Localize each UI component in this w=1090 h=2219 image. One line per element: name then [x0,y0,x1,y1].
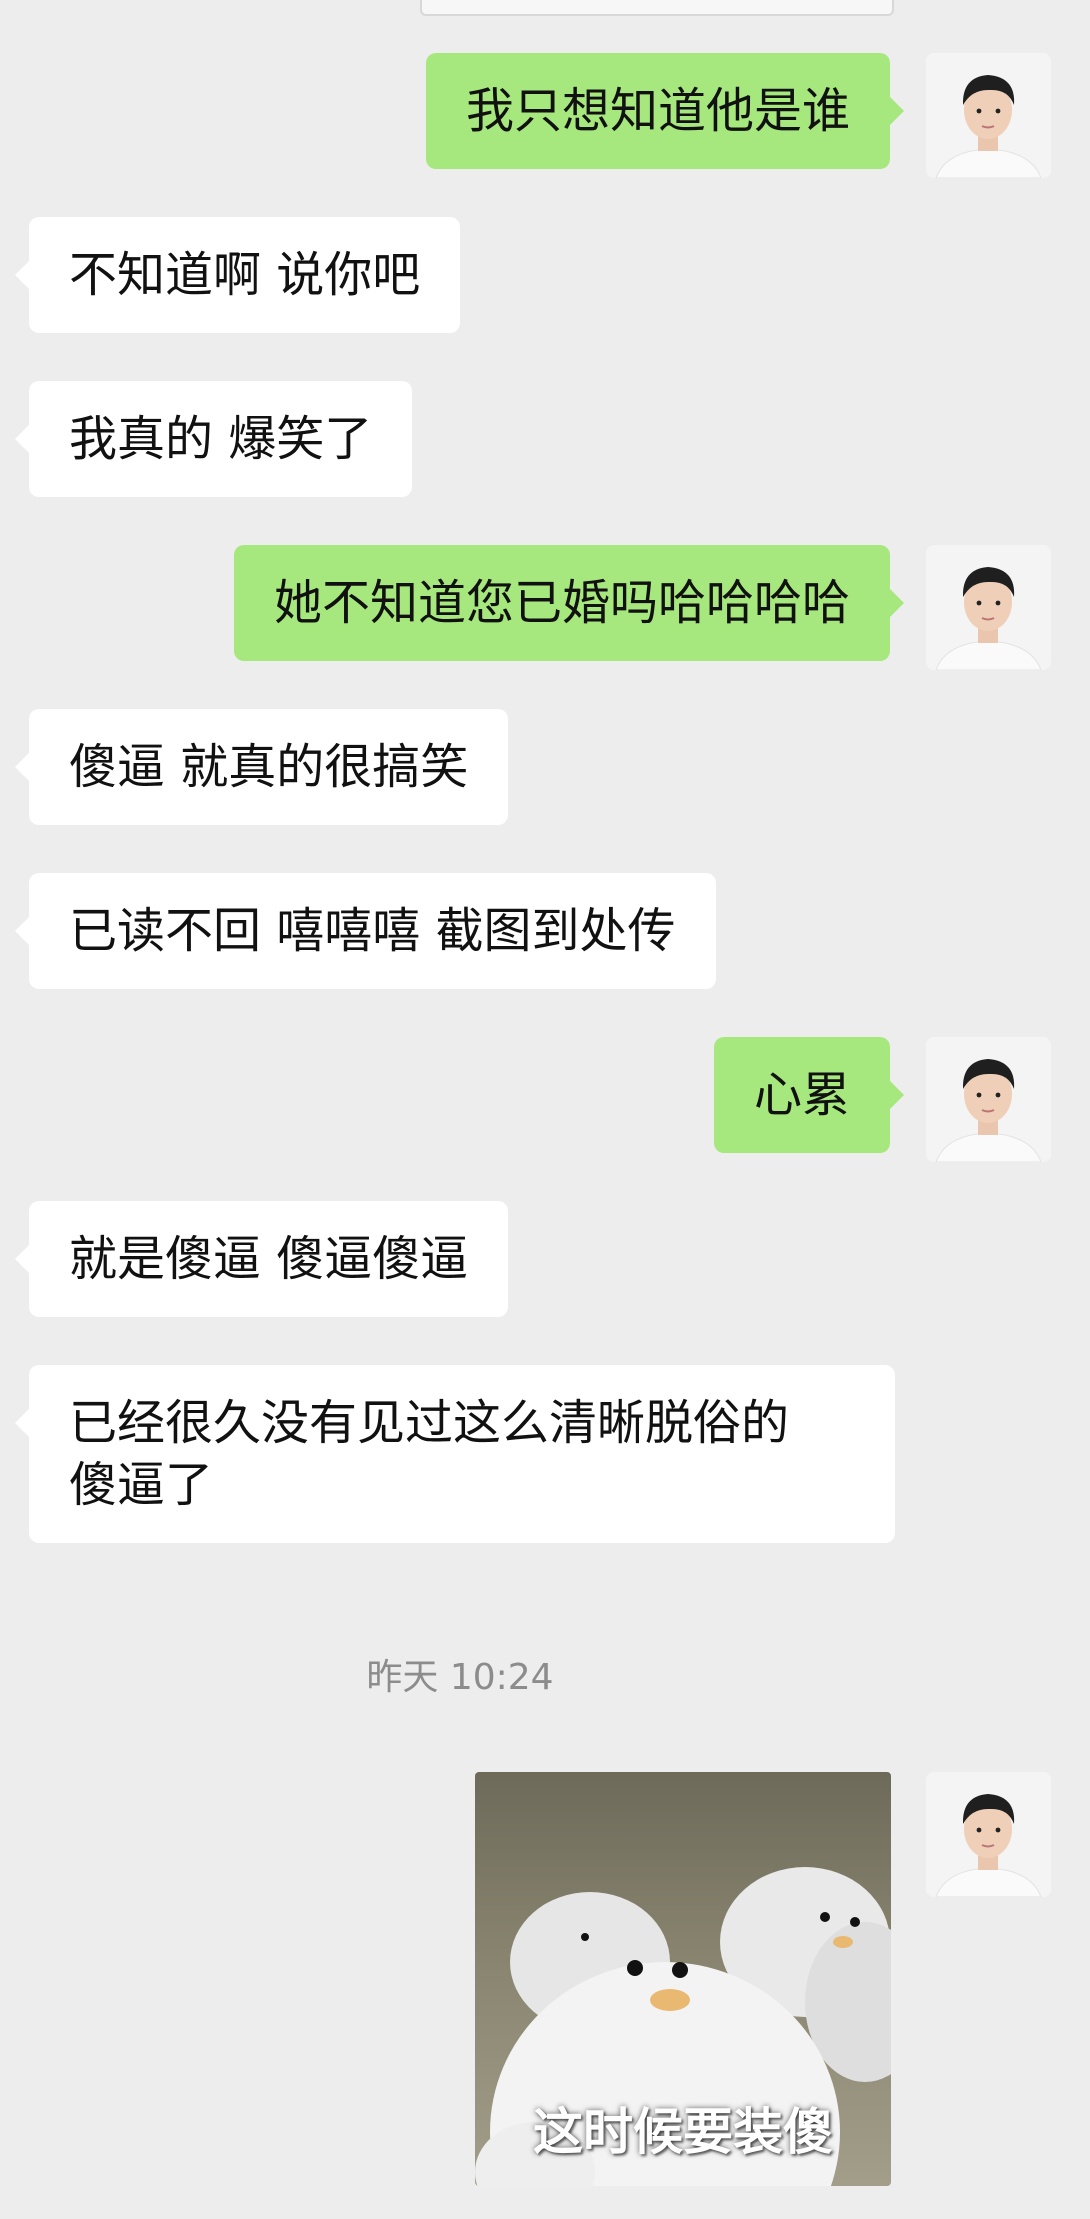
user-avatar[interactable] [926,53,1051,178]
incoming-message-bubble[interactable]: 傻逼 就真的很搞笑 [14,709,509,825]
outgoing-message-bubble[interactable]: 我只想知道他是谁 [425,53,905,169]
incoming-message-bubble[interactable]: 已经很久没有见过这么清晰脱俗的 傻逼了 [15,1365,895,1543]
incoming-message-bubble[interactable]: 已读不回 嘻嘻嘻 截图到处传 [15,873,716,989]
user-avatar[interactable] [926,545,1051,670]
incoming-message-bubble[interactable]: 不知道啊 说你吧 [14,217,461,333]
outgoing-message-bubble[interactable]: 她不知道您已婚吗哈哈哈哈 [233,545,905,661]
avatar-portrait-icon [926,53,1051,178]
avatar-portrait-icon [926,545,1051,670]
sticker-message[interactable]: 这时候要装傻 [475,1772,891,2186]
previous-message-card [420,0,894,16]
incoming-message-bubble[interactable]: 就是傻逼 傻逼傻逼 [14,1201,509,1317]
avatar-portrait-icon [926,1772,1051,1897]
message-timestamp: 昨天 10:24 [366,1657,554,1698]
incoming-message-bubble[interactable]: 我真的 爆笑了 [14,381,413,497]
user-avatar[interactable] [926,1772,1051,1897]
avatar-portrait-icon [926,1037,1051,1162]
outgoing-message-bubble[interactable]: 心累 [713,1037,905,1153]
user-avatar[interactable] [926,1037,1051,1162]
sticker-caption: 这时候要装傻 [533,2103,833,2161]
